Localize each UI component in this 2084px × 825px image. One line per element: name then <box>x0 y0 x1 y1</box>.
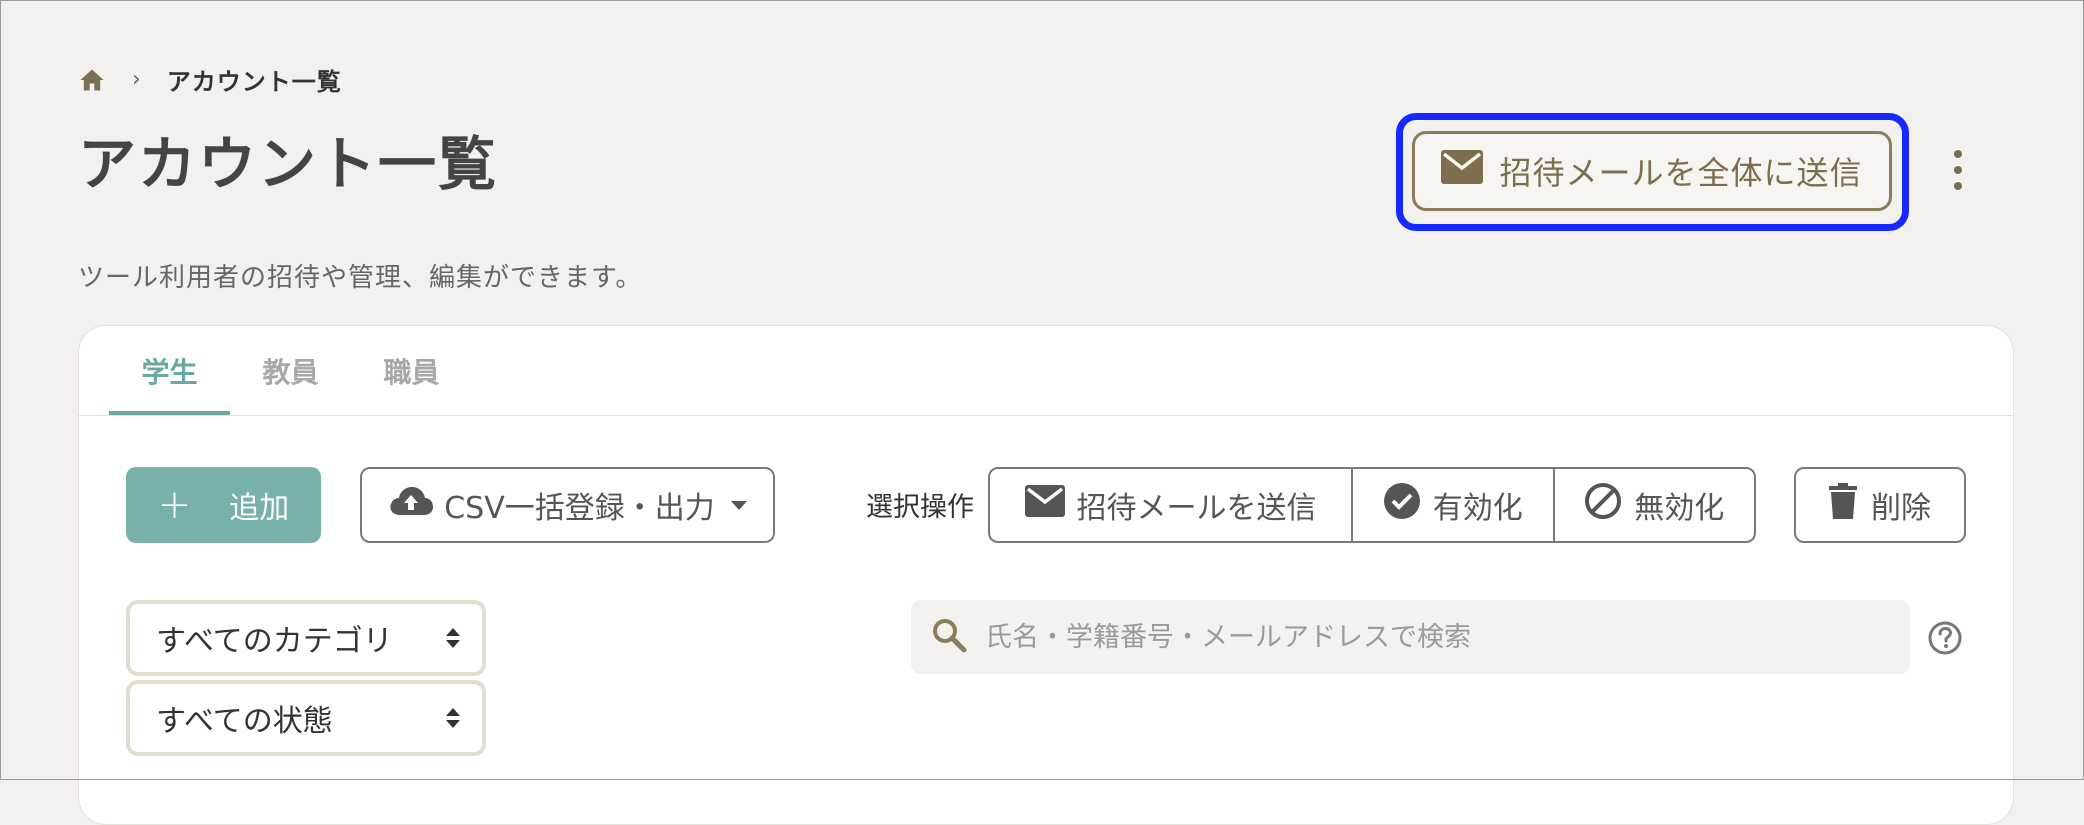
add-button[interactable]: + 追加 <box>126 467 321 543</box>
send-invite-button[interactable]: 招待メールを送信 <box>990 469 1351 541</box>
sort-updown-icon <box>446 628 460 648</box>
cloud-upload-icon <box>388 485 434 525</box>
status-select[interactable]: すべての状態 <box>126 680 486 756</box>
tab-students[interactable]: 学生 <box>109 326 230 416</box>
add-label: 追加 <box>229 491 290 526</box>
breadcrumb: › アカウント一覧 <box>78 62 342 97</box>
delete-label: 削除 <box>1871 491 1931 526</box>
search-input[interactable] <box>983 620 1887 654</box>
breadcrumb-current: アカウント一覧 <box>166 68 342 96</box>
search-bar <box>911 600 1910 674</box>
csv-label: CSV一括登録・出力 <box>444 491 715 526</box>
tab-divider <box>79 415 2013 416</box>
mail-icon <box>1441 150 1484 192</box>
plus-icon: + <box>157 482 192 528</box>
enable-button[interactable]: 有効化 <box>1351 469 1552 541</box>
status-select-value: すべての状態 <box>156 704 333 739</box>
page-title: アカウント一覧 <box>78 130 499 198</box>
disable-label: 無効化 <box>1634 491 1725 526</box>
page-description: ツール利用者の招待や管理、編集ができます。 <box>78 263 643 293</box>
disable-button[interactable]: 無効化 <box>1552 469 1754 541</box>
tab-bar: 学生 教員 職員 <box>109 326 472 416</box>
trash-icon <box>1829 483 1857 527</box>
kebab-icon[interactable] <box>1952 150 1964 190</box>
category-select-value: すべてのカテゴリ <box>156 624 393 659</box>
help-icon[interactable] <box>1928 621 1962 655</box>
sort-updown-icon <box>446 708 460 728</box>
csv-import-export-button[interactable]: CSV一括登録・出力 <box>360 467 775 543</box>
tab-staff[interactable]: 職員 <box>351 326 472 416</box>
category-select[interactable]: すべてのカテゴリ <box>126 600 486 676</box>
search-icon <box>931 617 967 657</box>
breadcrumb-separator: › <box>132 67 141 92</box>
enable-label: 有効化 <box>1432 491 1523 526</box>
delete-button[interactable]: 削除 <box>1794 467 1966 543</box>
check-circle-icon <box>1383 482 1421 528</box>
send-invite-all-button[interactable]: 招待メールを全体に送信 <box>1412 131 1892 211</box>
selection-ops-label: 選択操作 <box>866 492 974 523</box>
send-invite-all-label: 招待メールを全体に送信 <box>1499 154 1863 192</box>
tab-teachers[interactable]: 教員 <box>230 326 351 416</box>
ban-icon <box>1584 482 1622 528</box>
mail-icon <box>1024 485 1065 525</box>
send-invite-label: 招待メールを送信 <box>1076 491 1317 526</box>
home-icon[interactable] <box>78 66 106 94</box>
bulk-action-group: 招待メールを送信 有効化 無効化 <box>988 467 1756 543</box>
chevron-down-icon <box>730 500 747 510</box>
